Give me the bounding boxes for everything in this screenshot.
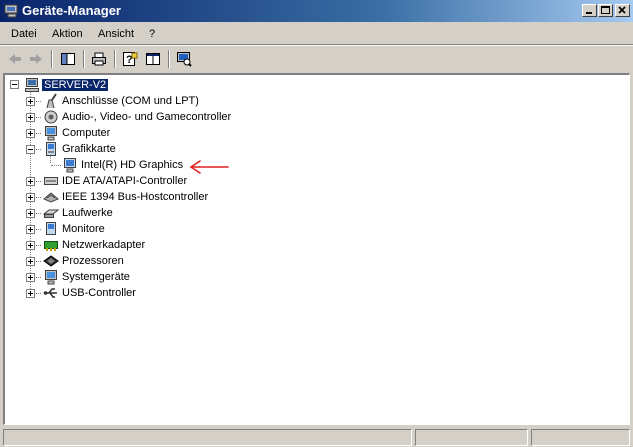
tree-item-monitore[interactable]: Monitore <box>5 221 625 237</box>
expand-toggle[interactable] <box>26 193 35 202</box>
tree-item-anschluesse[interactable]: Anschlüsse (COM und LPT) <box>5 93 625 109</box>
collapse-root-toggle[interactable] <box>10 80 19 89</box>
display-adapter-icon <box>64 158 76 173</box>
firewire-icon <box>43 192 59 203</box>
menu-aktion[interactable]: Aktion <box>52 27 83 41</box>
display-adapter-icon <box>46 142 56 156</box>
close-button[interactable] <box>615 4 630 17</box>
expand-toggle[interactable] <box>26 289 35 298</box>
device-tree-pane[interactable]: SERVER-V2 Anschlüsse (COM und LPT) Audio… <box>3 73 630 425</box>
tree-item-intel-hd-graphics[interactable]: Intel(R) HD Graphics <box>5 157 625 173</box>
processor-icon <box>43 255 59 267</box>
tree-item-label: Anschlüsse (COM und LPT) <box>62 95 199 107</box>
toolbar-separator <box>83 50 85 68</box>
tree-item-systemgeraete[interactable]: Systemgeräte <box>5 269 625 285</box>
computer-icon <box>25 78 39 92</box>
status-cell-3 <box>531 429 630 446</box>
console-tree-button[interactable] <box>58 49 78 69</box>
maximize-button[interactable] <box>598 4 613 17</box>
print-button[interactable] <box>89 49 109 69</box>
usb-icon <box>43 288 57 298</box>
toolbar-separator <box>114 50 116 68</box>
tree-item-label: Netzwerkadapter <box>62 239 146 251</box>
menu-datei[interactable]: Datei <box>11 27 37 41</box>
tree-item-label: Computer <box>62 127 111 139</box>
tree-item-laufwerke[interactable]: Laufwerke <box>5 205 625 221</box>
console-tree-icon <box>61 53 75 65</box>
tree-item-audio[interactable]: Audio-, Video- und Gamecontroller <box>5 109 625 125</box>
tree-item-netzwerkadapter[interactable]: Netzwerkadapter <box>5 237 625 253</box>
menu-ansicht[interactable]: Ansicht <box>98 27 134 41</box>
status-cell-2 <box>415 429 528 446</box>
device-manager-icon <box>4 4 18 18</box>
expand-toggle[interactable] <box>26 257 35 266</box>
tree-item-prozessoren[interactable]: Prozessoren <box>5 253 625 269</box>
maximize-icon <box>601 6 610 14</box>
monitor-icon <box>46 222 56 235</box>
tree-item-computer[interactable]: Computer <box>5 125 625 141</box>
view-pane-button[interactable] <box>143 49 163 69</box>
collapse-toggle[interactable] <box>26 145 35 154</box>
tree-item-grafikkarte[interactable]: Grafikkarte <box>5 141 625 157</box>
ide-controller-icon <box>44 177 58 185</box>
disk-drive-icon <box>43 209 59 218</box>
print-icon <box>92 52 106 66</box>
tree-root-label: SERVER-V2 <box>42 79 109 91</box>
title-bar[interactable]: Geräte-Manager <box>0 0 633 22</box>
audio-icon <box>44 110 58 124</box>
network-adapter-icon <box>44 241 58 251</box>
menu-bar: Datei Aktion Ansicht ? <box>0 24 633 43</box>
tree-item-label: Prozessoren <box>62 255 124 267</box>
window-title: Geräte-Manager <box>22 3 121 18</box>
expand-toggle[interactable] <box>26 129 35 138</box>
device-manager-window: Geräte-Manager Datei Aktion Ansicht ? ? … <box>0 0 633 447</box>
back-arrow-icon <box>9 54 21 64</box>
status-cell-main <box>3 429 412 446</box>
expand-toggle[interactable] <box>26 209 35 218</box>
tree-connector <box>51 165 61 166</box>
minimize-button[interactable] <box>582 4 597 17</box>
annotation-arrow-icon <box>189 160 229 174</box>
forward-button[interactable] <box>26 49 46 69</box>
scan-hardware-icon <box>177 52 192 67</box>
expand-toggle[interactable] <box>26 97 35 106</box>
tree-item-label: Monitore <box>62 223 105 235</box>
expand-toggle[interactable] <box>26 113 35 122</box>
view-pane-icon <box>146 53 160 65</box>
help-properties-icon: ? <box>123 52 138 66</box>
tree-item-label: Grafikkarte <box>62 143 116 155</box>
expand-toggle[interactable] <box>26 241 35 250</box>
expand-toggle[interactable] <box>26 225 35 234</box>
tree-item-ieee1394[interactable]: IEEE 1394 Bus-Hostcontroller <box>5 189 625 205</box>
tree-root[interactable]: SERVER-V2 <box>5 77 625 93</box>
tree-item-label: Intel(R) HD Graphics <box>81 159 184 171</box>
forward-arrow-icon <box>30 54 42 64</box>
help-properties-button[interactable]: ? <box>120 49 140 69</box>
tree-item-label: IEEE 1394 Bus-Hostcontroller <box>62 191 209 203</box>
back-button[interactable] <box>5 49 25 69</box>
menu-help[interactable]: ? <box>149 27 155 41</box>
status-bar <box>0 427 633 447</box>
tree-item-label: Laufwerke <box>62 207 113 219</box>
expand-toggle[interactable] <box>26 273 35 282</box>
port-icon <box>46 93 57 109</box>
system-devices-icon <box>45 270 57 285</box>
tree-item-label: IDE ATA/ATAPI-Controller <box>62 175 188 187</box>
expand-toggle[interactable] <box>26 177 35 186</box>
tree-item-label: Audio-, Video- und Gamecontroller <box>62 111 232 123</box>
tree-item-usb-controller[interactable]: USB-Controller <box>5 285 625 301</box>
computer-icon <box>45 126 57 141</box>
scan-hardware-button[interactable] <box>174 49 194 69</box>
tree-item-label: USB-Controller <box>62 287 136 299</box>
minimize-icon <box>586 12 592 14</box>
toolbar: ? <box>0 46 633 72</box>
tree-item-ide[interactable]: IDE ATA/ATAPI-Controller <box>5 173 625 189</box>
toolbar-separator <box>168 50 170 68</box>
close-icon <box>618 6 626 14</box>
tree-item-label: Systemgeräte <box>62 271 130 283</box>
toolbar-separator <box>51 50 53 68</box>
